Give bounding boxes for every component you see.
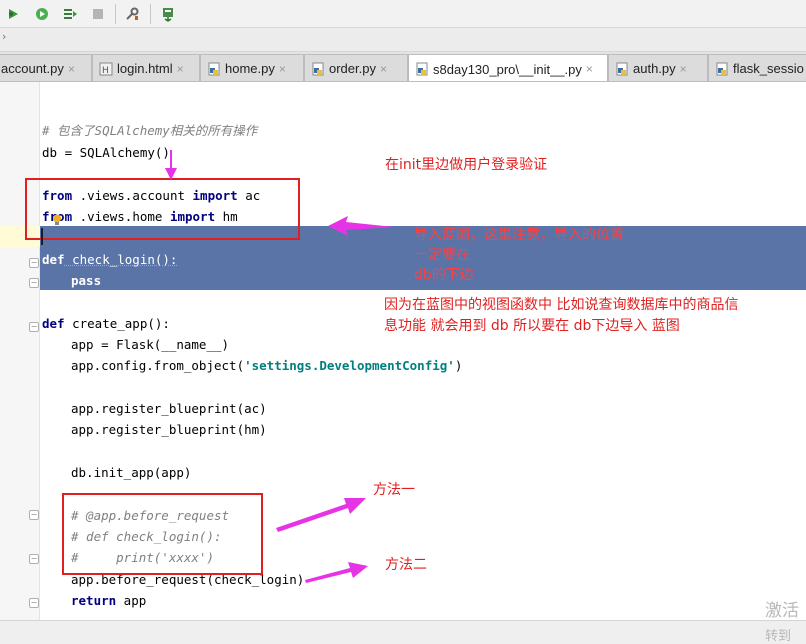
tab-label: order.py	[329, 61, 376, 76]
status-bar	[0, 620, 806, 644]
annotation-import-note-1: 导入蓝图，这里注意，导入的位置	[414, 227, 624, 243]
annotation-reason-1: 因为在蓝图中的视图函数中 比如说查询数据库中的商品信	[384, 297, 739, 313]
code-line: db = SQLAlchemy()	[42, 145, 170, 160]
annotation-login-check: 在init里边做用户登录验证	[385, 157, 548, 173]
tab-auth-py[interactable]: auth.py ×	[608, 54, 708, 81]
method-one-highlight-box	[62, 493, 263, 575]
close-icon[interactable]: ×	[279, 62, 286, 76]
python-file-icon	[415, 62, 429, 76]
annotation-method-two: 方法二	[385, 557, 427, 573]
python-file-icon	[311, 62, 325, 76]
code-text: )	[454, 358, 463, 373]
code-line: app.config.from_object('settings.Develop…	[71, 355, 462, 376]
code-line: def check_login():	[42, 249, 177, 270]
run-coverage-icon[interactable]	[32, 4, 52, 24]
close-icon[interactable]: ×	[380, 62, 387, 76]
keyword: def	[42, 252, 65, 267]
html-file-icon: H	[99, 62, 113, 76]
annotation-import-note-3: db的下边	[414, 267, 474, 283]
tab-order-py[interactable]: order.py ×	[304, 54, 408, 81]
tab-label: flask_sessio	[733, 61, 804, 76]
toolbar-separator	[115, 4, 116, 24]
code-line: pass	[71, 270, 101, 291]
tab-flask-session[interactable]: flask_sessio	[708, 54, 806, 81]
toolbar-separator	[150, 4, 151, 24]
tab-label: s8day130_pro\__init__.py	[433, 61, 582, 77]
stop-icon[interactable]	[88, 4, 108, 24]
tab-label: account.py	[1, 61, 64, 76]
svg-text:H: H	[102, 66, 109, 76]
code-text: app.config.from_object(	[71, 358, 245, 373]
code-text: check_login():	[64, 252, 178, 267]
keyword: return	[71, 593, 117, 608]
tab-label: login.html	[117, 61, 173, 76]
tab-label: home.py	[225, 61, 275, 76]
run-to-cursor-icon[interactable]	[60, 4, 80, 24]
settings-tools-icon[interactable]	[122, 4, 142, 24]
annotation-import-note-2: 一定要在	[414, 247, 470, 263]
tab-init-py[interactable]: s8day130_pro\__init__.py ×	[408, 54, 608, 81]
python-file-icon	[715, 62, 729, 76]
fold-marker-icon[interactable]: −	[29, 258, 39, 268]
close-icon[interactable]: ×	[680, 62, 687, 76]
tab-account-py[interactable]: account.py ×	[0, 54, 92, 81]
annotation-reason-2: 息功能 就会用到 db 所以要在 db下边导入 蓝图	[384, 318, 680, 334]
editor-tab-bar: account.py × H login.html × home.py × or…	[0, 52, 806, 82]
tab-label: auth.py	[633, 61, 676, 76]
code-line: def create_app():	[42, 313, 170, 334]
line-gutter	[0, 82, 40, 620]
code-line: app.register_blueprint(ac)	[71, 401, 267, 416]
python-file-icon	[615, 62, 629, 76]
import-highlight-box	[25, 178, 300, 240]
expand-arrow-icon[interactable]: ›	[2, 30, 6, 43]
main-toolbar	[0, 0, 806, 28]
code-line: # 包含了SQLAlchemy相关的所有操作	[42, 123, 258, 138]
keyword: def	[42, 316, 65, 331]
fold-marker-icon[interactable]: −	[29, 598, 39, 608]
debug-icon[interactable]	[4, 4, 24, 24]
code-line: return app	[71, 590, 146, 611]
lightbulb-icon[interactable]	[52, 211, 62, 225]
fold-marker-icon[interactable]: −	[29, 322, 39, 332]
code-editor[interactable]: − − − − − − # 包含了SQLAlchemy相关的所有操作 db = …	[0, 82, 806, 620]
fold-marker-icon[interactable]: −	[29, 510, 39, 520]
tab-home-py[interactable]: home.py ×	[200, 54, 304, 81]
tab-login-html[interactable]: H login.html ×	[92, 54, 200, 81]
code-line: app = Flask(__name__)	[71, 337, 230, 352]
deploy-icon[interactable]	[158, 4, 178, 24]
fold-marker-icon[interactable]: −	[29, 554, 39, 564]
python-file-icon	[207, 62, 221, 76]
activation-watermark: 激活	[765, 601, 799, 621]
code-line: app.register_blueprint(hm)	[71, 422, 267, 437]
navigation-strip: ›	[0, 28, 806, 52]
string-literal: 'settings.DevelopmentConfig'	[244, 358, 455, 373]
code-text: create_app():	[64, 316, 170, 331]
fold-marker-icon[interactable]: −	[29, 278, 39, 288]
keyword: pass	[71, 273, 102, 288]
close-icon[interactable]: ×	[177, 62, 184, 76]
code-text: app	[116, 593, 147, 608]
code-line: db.init_app(app)	[71, 465, 192, 480]
close-icon[interactable]: ×	[68, 62, 75, 76]
close-icon[interactable]: ×	[586, 62, 593, 76]
activation-watermark-sub: 转到	[765, 629, 792, 644]
annotation-method-one: 方法一	[373, 482, 415, 498]
